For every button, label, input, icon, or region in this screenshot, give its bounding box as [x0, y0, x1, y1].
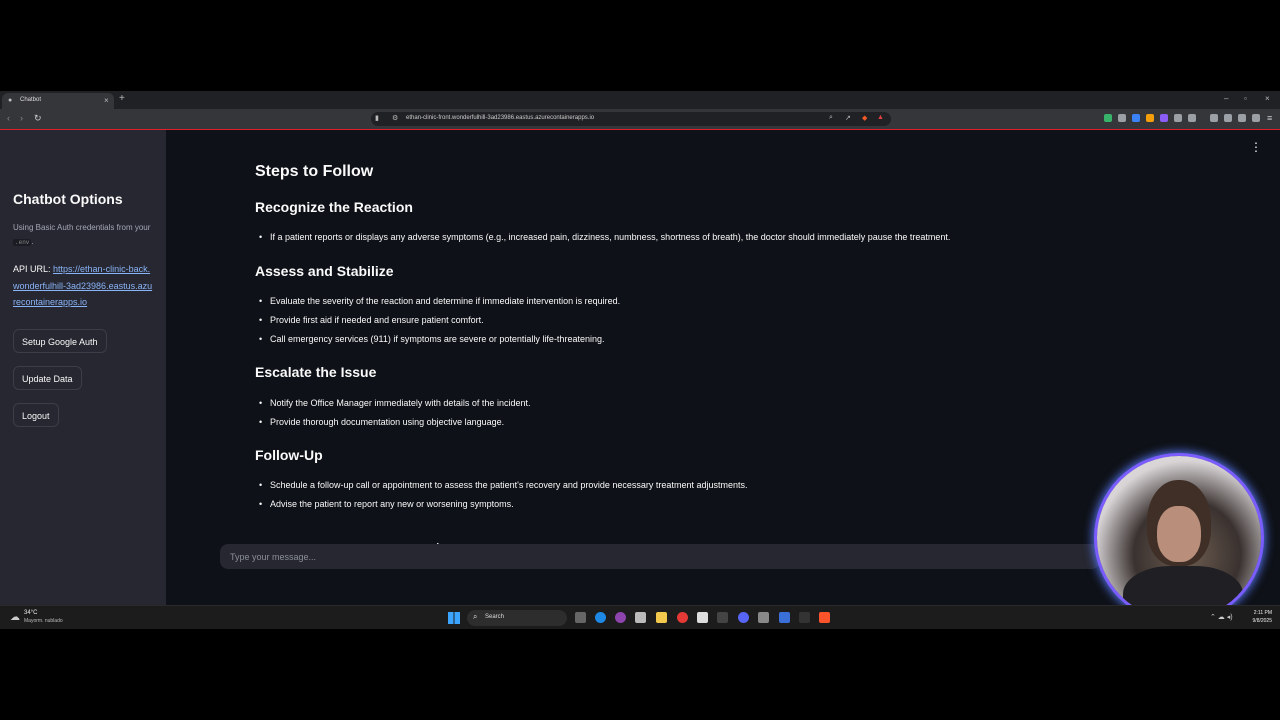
extension-icon[interactable]	[1188, 114, 1196, 122]
new-tab-icon[interactable]: +	[119, 93, 125, 104]
clock-date: 9/8/2025	[1252, 618, 1272, 624]
site-info-icon[interactable]: ⚙	[392, 114, 398, 122]
app-icon[interactable]	[779, 612, 790, 623]
search-label: Search	[485, 614, 505, 620]
section-list: Notify the Office Manager immediately wi…	[259, 396, 530, 434]
chat-input[interactable]	[220, 544, 1100, 569]
tab-title: Chatbot	[20, 97, 42, 103]
extension-icon[interactable]	[1118, 114, 1126, 122]
extension-icon[interactable]	[1146, 114, 1154, 122]
sidebar-toggle-icon[interactable]	[1210, 114, 1218, 122]
brave-icon[interactable]	[819, 612, 830, 623]
more-options-icon[interactable]: ⋮	[1250, 140, 1262, 154]
extension-icon[interactable]	[1160, 114, 1168, 122]
share-icon[interactable]: ↗	[845, 114, 851, 122]
terminal-icon[interactable]	[799, 612, 810, 623]
browser-window: ● Chatbot × + – ▫ × ‹ › ↻ ▮ ⚙ ethan-clin…	[0, 91, 1280, 629]
steps-heading: Steps to Follow	[255, 163, 374, 180]
weather-desc: Mayorm. nublado	[24, 618, 63, 624]
address-bar[interactable]: ▮ ⚙ ethan-clinic-front.wonderfulhill-3ad…	[371, 112, 891, 126]
list-item: Provide first aid if needed and ensure p…	[259, 313, 620, 332]
app-icon[interactable]	[615, 612, 626, 623]
section-heading: Assess and Stabilize	[255, 263, 394, 279]
list-item: Notify the Office Manager immediately wi…	[259, 396, 530, 415]
forward-icon[interactable]: ›	[20, 113, 23, 123]
discord-icon[interactable]	[738, 612, 749, 623]
api-url-label: API URL:	[13, 264, 51, 274]
brave-rewards-icon[interactable]: ▲	[877, 114, 884, 121]
section-heading: Recognize the Reaction	[255, 199, 413, 215]
setup-google-auth-button[interactable]: Setup Google Auth	[13, 329, 107, 353]
app-icon[interactable]	[717, 612, 728, 623]
section-list: If a patient reports or displays any adv…	[259, 230, 950, 249]
auth-note-text: Using Basic Auth credentials from your	[13, 223, 151, 232]
weather-temp: 34°C	[24, 610, 38, 616]
clock-time: 2:11 PM	[1253, 610, 1272, 616]
wallet-icon[interactable]	[1224, 114, 1232, 122]
vpn-icon[interactable]	[1252, 114, 1260, 122]
reload-icon[interactable]: ↻	[34, 113, 42, 124]
tab-bar: ● Chatbot × + – ▫ ×	[0, 91, 1280, 109]
weather-icon[interactable]: ☁	[10, 612, 20, 623]
list-item: Provide thorough documentation using obj…	[259, 415, 530, 434]
list-item: Call emergency services (911) if symptom…	[259, 332, 620, 351]
bookmark-icon[interactable]: ▮	[375, 114, 379, 122]
list-item: Evaluate the severity of the reaction an…	[259, 294, 620, 313]
section-list: Schedule a follow-up call or appointment…	[259, 478, 747, 516]
minimize-icon[interactable]: –	[1224, 94, 1228, 103]
edge-icon[interactable]	[595, 612, 606, 623]
extension-icon[interactable]	[1104, 114, 1112, 122]
url-text: ethan-clinic-front.wonderfulhill-3ad2398…	[406, 115, 595, 121]
list-item: If a patient reports or displays any adv…	[259, 230, 950, 249]
leo-icon[interactable]	[1238, 114, 1246, 122]
close-window-icon[interactable]: ×	[1265, 94, 1270, 103]
webcam-overlay	[1097, 456, 1261, 620]
zoom-icon[interactable]: ⌕	[829, 114, 833, 122]
start-icon[interactable]	[448, 612, 460, 624]
mail-icon[interactable]	[635, 612, 646, 623]
section-heading: Follow-Up	[255, 447, 323, 463]
taskbar: ☁ 34°C Mayorm. nublado ⌕ Search ⌃ ☁ ◂) 2…	[0, 605, 1280, 629]
logout-button[interactable]: Logout	[13, 403, 59, 427]
menu-icon[interactable]: ≡	[1267, 113, 1272, 123]
section-list: Evaluate the severity of the reaction an…	[259, 294, 620, 351]
env-code: .env	[13, 239, 32, 246]
section-heading: Escalate the Issue	[255, 364, 377, 380]
browser-toolbar: ‹ › ↻ ▮ ⚙ ethan-clinic-front.wonderfulhi…	[0, 109, 1280, 130]
favicon-icon: ●	[8, 97, 13, 104]
notes-icon[interactable]	[758, 612, 769, 623]
list-item: Advise the patient to report any new or …	[259, 497, 747, 516]
sidebar-title: Chatbot Options	[13, 191, 123, 207]
auth-note-suffix: .	[31, 237, 34, 246]
sidebar: Chatbot Options Using Basic Auth credent…	[0, 130, 166, 608]
tab-chatbot[interactable]: ● Chatbot ×	[2, 93, 114, 109]
extension-icon[interactable]	[1132, 114, 1140, 122]
file-explorer-icon[interactable]	[656, 612, 667, 623]
brave-shield-icon[interactable]: ◆	[862, 114, 867, 122]
extension-icon[interactable]	[1174, 114, 1182, 122]
auth-note: Using Basic Auth credentials from your .…	[13, 221, 153, 250]
update-data-button[interactable]: Update Data	[13, 366, 82, 390]
task-view-icon[interactable]	[575, 612, 586, 623]
webcam-person-face	[1157, 506, 1201, 562]
chrome-icon[interactable]	[677, 612, 688, 623]
system-tray-icon[interactable]: ⌃ ☁ ◂)	[1210, 613, 1233, 621]
list-item: Schedule a follow-up call or appointment…	[259, 478, 747, 497]
chat-messages: ⋮ Steps to Follow Recognize the Reaction…	[166, 130, 1280, 536]
api-url-row: API URL: https://ethan-clinic-back.wonde…	[13, 261, 155, 311]
back-icon[interactable]: ‹	[7, 113, 10, 123]
taskbar-search[interactable]: ⌕ Search	[467, 610, 567, 626]
maximize-icon[interactable]: ▫	[1244, 94, 1247, 103]
search-icon: ⌕	[473, 612, 478, 621]
notion-icon[interactable]	[697, 612, 708, 623]
close-tab-icon[interactable]: ×	[104, 96, 109, 105]
